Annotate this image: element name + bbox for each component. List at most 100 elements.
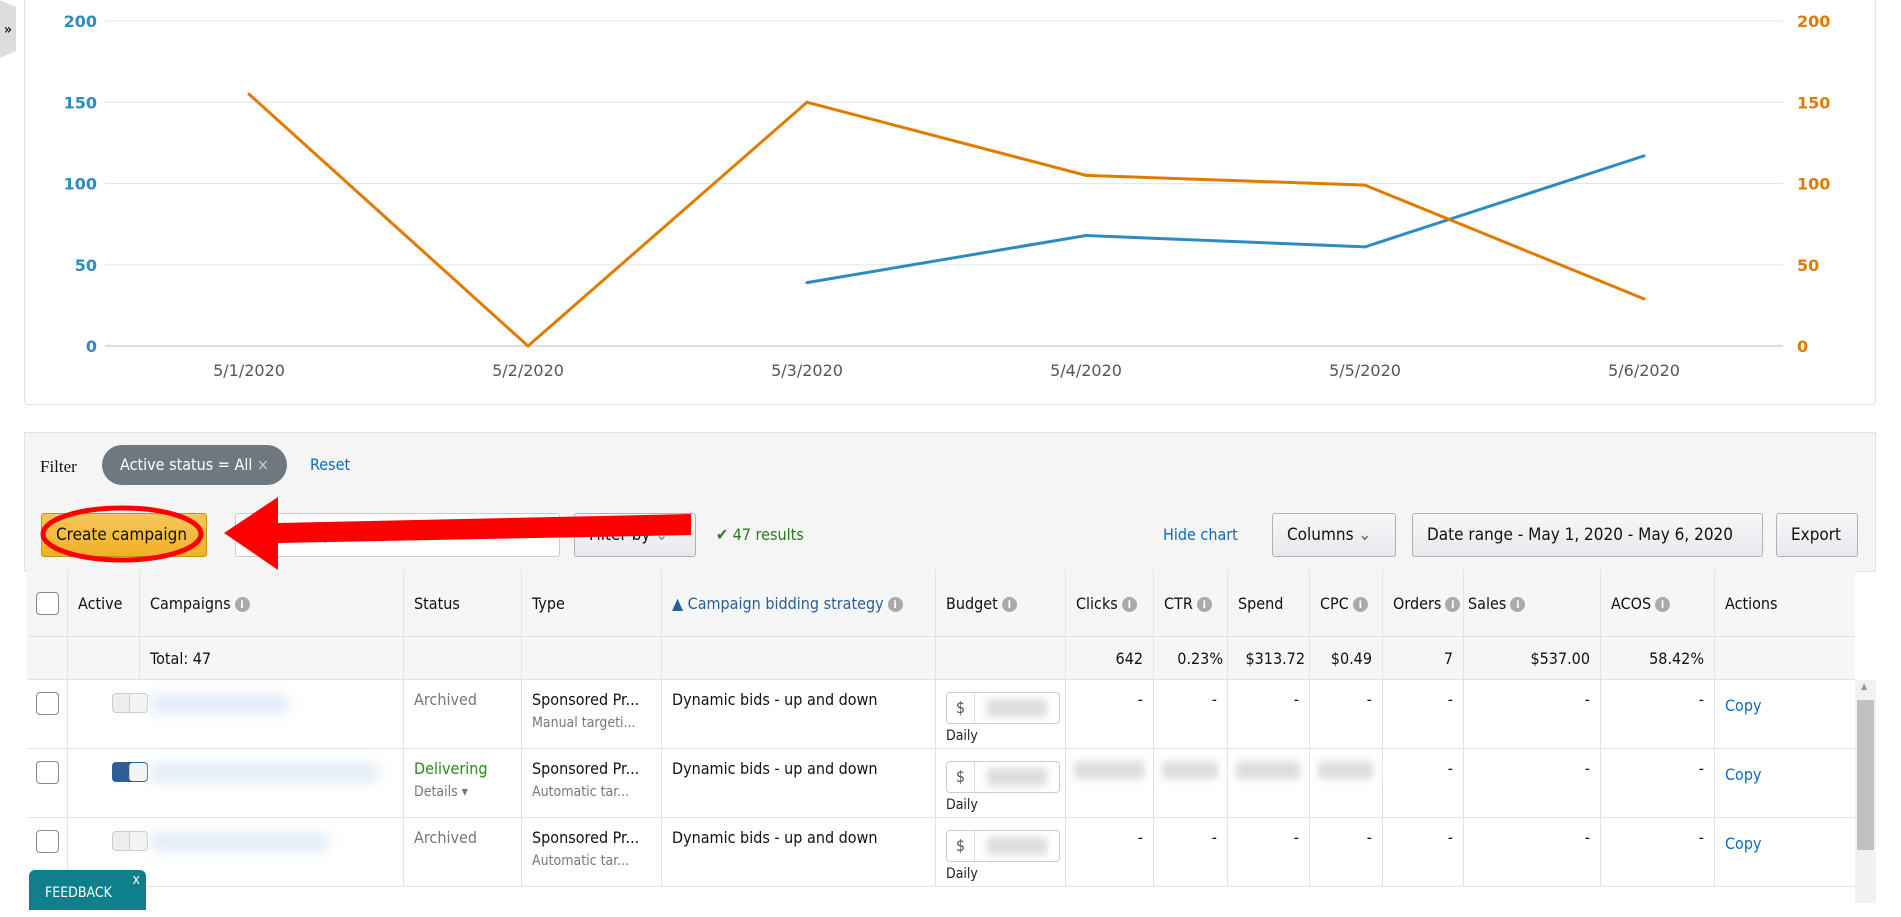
copy-link[interactable]: Copy <box>1714 749 1855 817</box>
copy-link[interactable]: Copy <box>1714 818 1855 886</box>
copy-link[interactable]: Copy <box>1714 680 1855 748</box>
details-dropdown[interactable]: Details ▾ <box>414 784 511 800</box>
currency-symbol: $ <box>947 831 975 861</box>
x-axis-tick: 5/1/2020 <box>213 361 285 380</box>
create-campaign-button[interactable]: Create campaign <box>41 513 207 557</box>
data-point <box>1363 183 1367 187</box>
scroll-up-icon[interactable]: ▲ <box>1861 682 1867 692</box>
budget-input[interactable]: $ <box>946 830 1060 862</box>
info-icon[interactable]: i <box>1510 597 1526 612</box>
header-type[interactable]: Type <box>521 570 661 636</box>
header-label: ▲ Campaign bidding strategy <box>672 594 884 613</box>
table-header-row: Active Campaigns i Status Type ▲ Campaign… <box>27 570 1855 679</box>
data-point <box>1642 154 1646 158</box>
search-input[interactable] <box>235 513 560 557</box>
feedback-button[interactable]: FEEDBACK x <box>29 870 146 910</box>
bidding-strategy: Dynamic bids - up and down <box>661 818 935 886</box>
series-line-1 <box>806 154 1645 285</box>
header-acos[interactable]: ACOS i <box>1600 570 1714 636</box>
status-text: Archived <box>414 828 477 847</box>
x-axis-tick: 5/2/2020 <box>492 361 564 380</box>
header-bidding-strategy[interactable]: ▲ Campaign bidding strategy i <box>661 570 935 636</box>
info-icon[interactable]: i <box>1352 597 1368 612</box>
columns-dropdown[interactable]: Columns ⌄ <box>1272 513 1396 557</box>
info-icon[interactable]: i <box>234 597 250 612</box>
scrollbar-thumb[interactable] <box>1857 700 1874 850</box>
info-icon[interactable]: i <box>1196 597 1212 612</box>
active-status-filter-pill[interactable]: Active status = All × <box>102 445 287 485</box>
row-checkbox[interactable] <box>36 761 59 784</box>
header-status[interactable]: Status <box>403 570 521 636</box>
data-point <box>1363 245 1367 249</box>
hide-chart-link[interactable]: Hide chart <box>1163 525 1238 544</box>
results-label: 47 results <box>732 525 804 544</box>
budget-input[interactable]: $ <box>946 692 1060 724</box>
line-chart: 0 0 50 50 100 100 150 150 200 200 5/1/2020 5/2/2020… <box>64 12 1831 380</box>
budget-type: Daily <box>946 797 978 813</box>
left-axis-tick: 50 <box>75 256 97 275</box>
data-point <box>1084 173 1088 177</box>
info-icon[interactable]: i <box>1655 597 1671 612</box>
reset-link[interactable]: Reset <box>310 455 350 474</box>
results-count: ✔ 47 results <box>716 525 804 544</box>
table-row: Delivering Details ▾ Sponsored Pr... Autom… <box>27 749 1855 818</box>
data-point <box>805 281 809 285</box>
bidding-strategy: Dynamic bids - up and down <box>661 680 935 748</box>
columns-label: Columns <box>1287 525 1354 545</box>
currency-symbol: $ <box>947 762 975 792</box>
header-orders[interactable]: Orders i <box>1382 570 1463 636</box>
close-icon[interactable]: × <box>257 455 269 474</box>
type-text: Sponsored Pr... <box>532 690 640 709</box>
budget-input[interactable]: $ <box>946 761 1060 793</box>
info-icon[interactable]: i <box>1121 597 1137 612</box>
table-row: Archived Sponsored Pr... Automatic tar...… <box>27 818 1855 887</box>
total-cpc: $0.49 <box>1309 637 1382 679</box>
header-sales[interactable]: Sales i <box>1463 570 1600 636</box>
header-cpc[interactable]: CPC i <box>1309 570 1382 636</box>
x-axis-tick: 5/6/2020 <box>1608 361 1680 380</box>
chevron-down-icon: ⌄ <box>655 525 669 545</box>
total-label: Total: 47 <box>139 637 403 679</box>
x-axis-tick: 5/4/2020 <box>1050 361 1122 380</box>
close-icon[interactable]: x <box>133 872 140 888</box>
right-axis-tick: 50 <box>1797 256 1819 275</box>
header-label: Sales <box>1468 594 1507 613</box>
total-ctr: 0.23% <box>1153 637 1227 679</box>
bidding-strategy: Dynamic bids - up and down <box>661 749 935 817</box>
row-checkbox[interactable] <box>36 830 59 853</box>
header-budget[interactable]: Budget i <box>935 570 1065 636</box>
cpc-value: - <box>1309 680 1382 748</box>
export-button[interactable]: Export <box>1776 513 1858 557</box>
header-clicks[interactable]: Clicks i <box>1065 570 1153 636</box>
info-icon[interactable]: i <box>887 597 903 612</box>
info-icon[interactable]: i <box>1445 597 1461 612</box>
header-label: Campaigns <box>150 594 231 613</box>
table-row <box>27 887 1855 917</box>
info-icon[interactable]: i <box>1001 597 1017 612</box>
header-campaigns[interactable]: Campaigns i <box>139 570 403 636</box>
campaign-name-link[interactable] <box>139 680 403 748</box>
acos-value: - <box>1600 749 1714 817</box>
data-point <box>1642 297 1646 301</box>
header-spend[interactable]: Spendi <box>1227 570 1309 679</box>
header-label: Clicks <box>1076 594 1118 613</box>
budget-type: Daily <box>946 728 978 744</box>
row-checkbox[interactable] <box>36 692 59 715</box>
subtype-text: Automatic tar... <box>532 853 630 869</box>
campaign-name-link[interactable] <box>139 749 403 817</box>
expand-sidebar-button[interactable]: » <box>0 0 16 58</box>
right-axis-tick: 150 <box>1797 93 1830 112</box>
total-spend: $313.72 <box>1227 637 1309 679</box>
data-point <box>247 92 251 96</box>
campaign-name-link[interactable] <box>139 818 403 886</box>
table-scrollbar[interactable]: ▲ <box>1855 680 1876 903</box>
header-ctr[interactable]: CTR i <box>1153 570 1227 636</box>
header-label: Spend <box>1238 594 1284 613</box>
filter-by-dropdown[interactable]: Filter by ⌄ <box>574 513 696 557</box>
filter-label: Filter <box>40 457 77 476</box>
filter-panel: Filter Active status = All × Reset Creat… <box>24 432 1876 572</box>
clicks-value: - <box>1065 680 1153 748</box>
date-range-button[interactable]: Date range - May 1, 2020 - May 6, 2020 <box>1412 513 1763 557</box>
select-all-checkbox[interactable] <box>36 592 59 615</box>
header-label: CPC <box>1320 594 1349 613</box>
